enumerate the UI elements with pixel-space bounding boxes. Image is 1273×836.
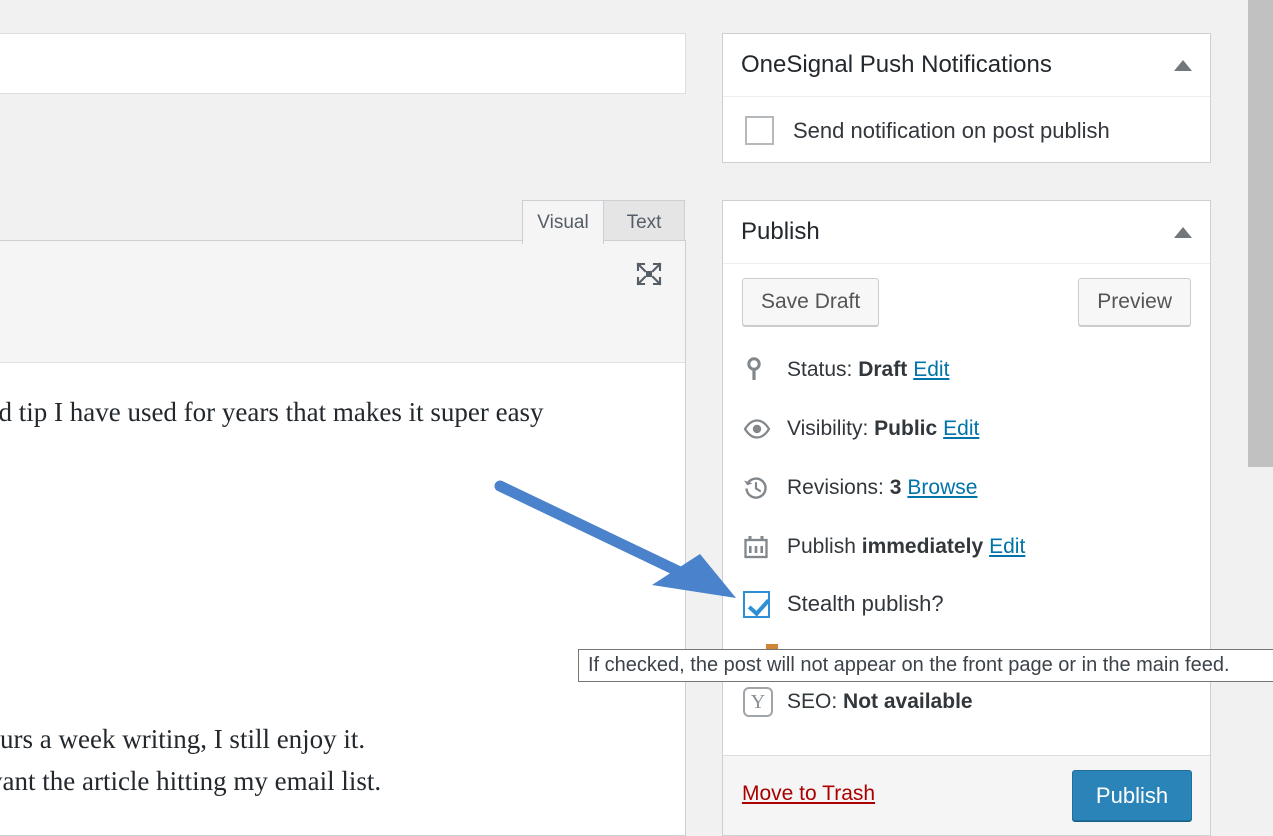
yoast-seo-icon: Y <box>743 687 773 717</box>
publish-panel-header[interactable]: Publish <box>723 201 1210 264</box>
onesignal-panel-title: OneSignal Push Notifications <box>741 51 1052 78</box>
tab-text[interactable]: Text <box>603 200 685 244</box>
post-publish-date-value: immediately <box>861 534 984 558</box>
post-editor-column: Visual Text and tip I have used for year… <box>0 0 687 836</box>
post-revisions-text: Revisions: 3 <box>787 476 901 500</box>
stealth-publish-tooltip: If checked, the post will not appear on … <box>578 649 1273 682</box>
stealth-publish-label: Stealth publish? <box>787 591 944 616</box>
editor-container: and tip I have used for years that makes… <box>0 240 686 836</box>
chevron-up-icon[interactable] <box>1174 59 1192 71</box>
post-status-row: Status: Draft Edit <box>723 340 1210 399</box>
body-text-line: want the article hitting my email list. <box>0 766 382 796</box>
seo-status-text: SEO: Not available <box>787 690 973 714</box>
publish-panel-title: Publish <box>741 218 820 245</box>
tab-visual[interactable]: Visual <box>522 200 604 244</box>
chevron-up-icon[interactable] <box>1174 226 1192 238</box>
onesignal-panel-body: Send notification on post publish <box>723 97 1210 164</box>
stealth-publish-row: Stealth publish? <box>723 576 1210 632</box>
post-visibility-row: Visibility: Public Edit <box>723 399 1210 458</box>
editor-toolbar <box>0 241 685 363</box>
seo-value: Not available <box>843 690 973 713</box>
post-publish-date-row: Publish immediately Edit <box>723 517 1210 576</box>
stealth-publish-checkbox[interactable] <box>743 590 770 618</box>
revisions-clock-icon <box>743 475 773 501</box>
send-notification-checkbox[interactable] <box>745 116 774 145</box>
edit-status-link[interactable]: Edit <box>913 358 949 382</box>
post-title-input[interactable] <box>0 33 686 94</box>
editor-body[interactable]: and tip I have used for years that makes… <box>0 363 685 835</box>
preview-button[interactable]: Preview <box>1078 278 1191 326</box>
onesignal-panel-header[interactable]: OneSignal Push Notifications <box>723 34 1210 97</box>
post-publish-date-prefix: Publish <box>787 534 856 558</box>
calendar-icon <box>743 534 773 560</box>
save-draft-button[interactable]: Save Draft <box>742 278 880 326</box>
edit-publish-date-link[interactable]: Edit <box>989 535 1025 559</box>
major-publishing-actions: Move to Trash Publish <box>723 755 1210 835</box>
publish-panel: Publish Save Draft Preview Status: Draft <box>722 200 1211 836</box>
body-text-line: and tip I have used for years that makes… <box>0 397 544 427</box>
edit-visibility-link[interactable]: Edit <box>943 417 979 441</box>
post-status-value: Draft <box>858 357 908 381</box>
post-visibility-text: Visibility: Public <box>787 417 937 441</box>
post-visibility-value: Public <box>874 416 938 440</box>
post-revisions-row: Revisions: 3 Browse <box>723 458 1210 517</box>
content-editor: Visual Text and tip I have used for year… <box>0 196 686 836</box>
onesignal-push-notifications-panel: OneSignal Push Notifications Send notifi… <box>722 33 1211 163</box>
post-visibility-prefix: Visibility: <box>787 416 869 440</box>
send-notification-label: Send notification on post publish <box>793 117 1110 143</box>
post-status-text: Status: Draft <box>787 358 907 382</box>
publish-button[interactable]: Publish <box>1072 770 1192 821</box>
move-to-trash-link[interactable]: Move to Trash <box>742 782 875 806</box>
send-notification-row: Send notification on post publish <box>723 97 1210 164</box>
editor-mode-tabs: Visual Text <box>522 196 685 244</box>
scrollbar-thumb[interactable] <box>1248 0 1273 467</box>
seo-prefix: SEO: <box>787 690 838 713</box>
post-revisions-value: 3 <box>889 475 902 499</box>
visibility-eye-icon <box>743 418 773 439</box>
post-status-prefix: Status: <box>787 357 853 381</box>
body-text-line: hours a week writing, I still enjoy it. <box>0 724 366 754</box>
vertical-page-scrollbar[interactable] <box>1248 0 1273 836</box>
post-revisions-prefix: Revisions: <box>787 475 884 499</box>
post-publish-date-text: Publish immediately <box>787 535 983 559</box>
minor-publishing-actions: Save Draft Preview <box>723 264 1210 340</box>
post-status-pin-icon <box>743 356 773 383</box>
browse-revisions-link[interactable]: Browse <box>907 476 977 500</box>
expand-fullscreen-icon[interactable] <box>632 259 666 289</box>
